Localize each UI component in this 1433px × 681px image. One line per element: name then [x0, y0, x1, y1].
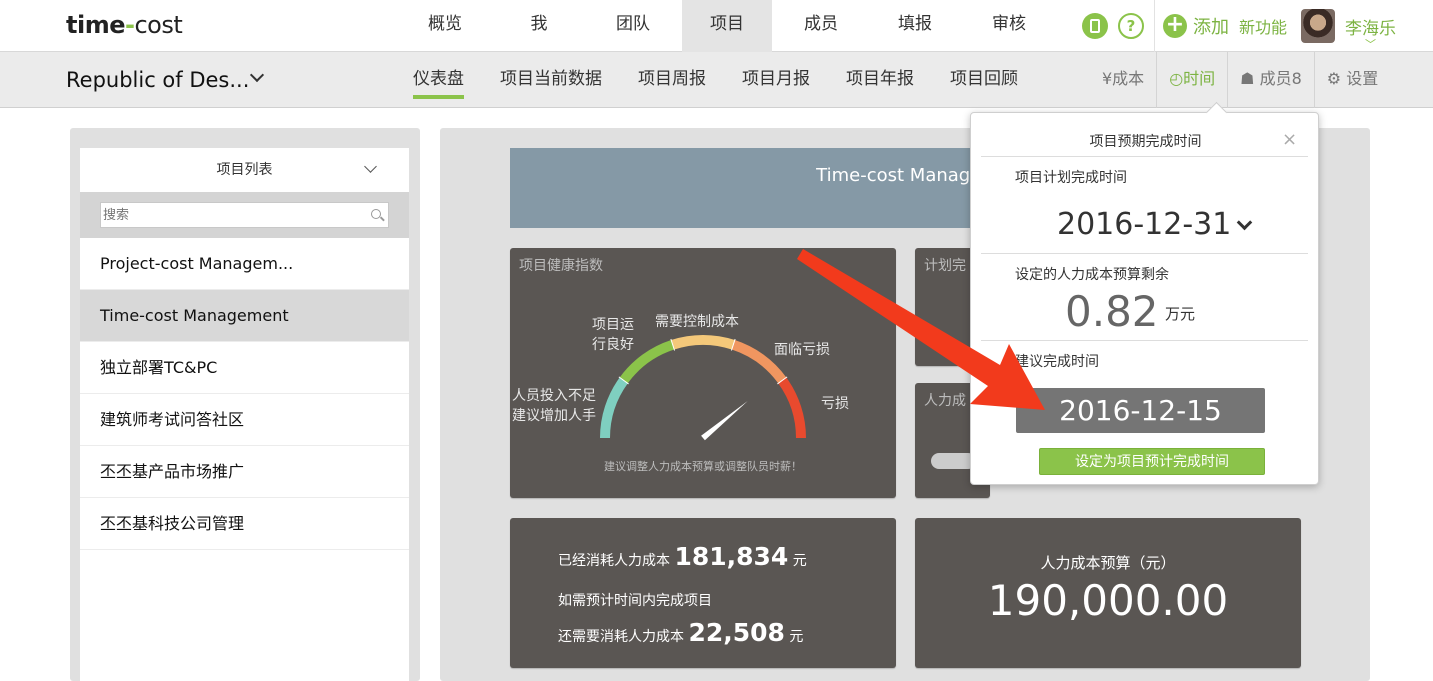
- labor-cost-title: 人力成: [924, 393, 966, 409]
- sub-tab-0[interactable]: 仪表盘: [405, 52, 472, 108]
- set-expected-date-button[interactable]: 设定为项目预计完成时间: [1039, 448, 1265, 475]
- budget-label: 人力成本预算（元）: [1040, 554, 1176, 572]
- user-menu[interactable]: 李海乐 ﹀: [1345, 14, 1396, 51]
- chevron-down-icon: ﹀: [1365, 37, 1377, 51]
- tab-cost[interactable]: ¥成本: [1090, 52, 1158, 108]
- list-item[interactable]: Time-cost Management: [80, 290, 409, 342]
- nav-item-5[interactable]: 填报: [870, 0, 960, 52]
- suggested-date-label: 建议完成时间: [1015, 354, 1099, 370]
- members-icon: ☗: [1240, 69, 1260, 88]
- labor-budget-card: 人力成本预算（元） 190,000.00: [915, 518, 1301, 668]
- gear-icon: ⚙: [1326, 69, 1347, 88]
- gauge-needle: [701, 401, 748, 441]
- calculator-icon[interactable]: [1082, 13, 1108, 39]
- plan-completion-title: 计划完: [924, 258, 966, 274]
- project-search-bar: [80, 192, 409, 238]
- divider: [981, 253, 1308, 254]
- close-icon[interactable]: ×: [1282, 129, 1297, 150]
- left-panel: 项目列表 Project-cost Managem...Time-cost Ma…: [70, 128, 420, 681]
- consumed-line: 已经消耗人力成本 181,834 元: [558, 542, 807, 571]
- nav-item-6[interactable]: 审核: [964, 0, 1054, 52]
- project-list-items: Project-cost Managem... Time-cost Managem…: [80, 238, 409, 550]
- list-item[interactable]: Project-cost Managem...: [80, 238, 409, 290]
- project-selector[interactable]: Republic of Des...: [66, 67, 265, 92]
- nav-item-4[interactable]: 成员: [776, 0, 866, 52]
- remaining-budget-unit: 万元: [1165, 305, 1196, 323]
- avatar[interactable]: [1301, 9, 1336, 43]
- gauge-hint: 建议调整人力成本预算或调整队员时薪！: [604, 460, 802, 473]
- sub-right-tabs: ¥成本 ◴时间 ☗ 成员8 ⚙ 设置: [1090, 52, 1390, 108]
- gauge-label-control-cost: 需要控制成本: [655, 314, 739, 330]
- remaining-line: 还需要消耗人力成本 22,508 元: [558, 618, 804, 647]
- gauge-label-loss: 亏损: [821, 396, 849, 412]
- nav-item-0[interactable]: 概览: [400, 0, 490, 52]
- top-bar: time-cost 概览我团队 项目 成员 填报 审核 ? + 添加 新功能 李海乐 ﹀: [0, 0, 1433, 52]
- sub-bar: Republic of Des... 仪表盘 项目当前数据 项目周报 项目月报 项目年报…: [0, 52, 1433, 108]
- consumed-value: 181,834: [674, 542, 789, 571]
- divider: [1154, 0, 1155, 52]
- planned-date-label: 项目计划完成时间: [1015, 170, 1127, 186]
- tab-members[interactable]: ☗ 成员8: [1228, 52, 1315, 108]
- gauge-segment: [671, 335, 735, 350]
- sub-tab-1[interactable]: 项目当前数据: [492, 52, 610, 108]
- health-index-card: 项目健康指数 人员投入不足 建议增加人手 项目运 行良好 需要控制成本 面临亏损 亏…: [510, 248, 896, 498]
- project-search-input[interactable]: [100, 202, 389, 228]
- add-button[interactable]: + 添加: [1163, 13, 1229, 39]
- sub-nav: 仪表盘 项目当前数据 项目周报 项目月报 项目年报 项目回顾: [405, 52, 1046, 108]
- new-feature-link[interactable]: 新功能: [1239, 14, 1287, 38]
- remaining-budget-label: 设定的人力成本预算剩余: [1015, 267, 1169, 283]
- consumed-cost-card: 已经消耗人力成本 181,834 元 如需预计时间内完成项目 还需要消耗人力成本…: [510, 518, 896, 668]
- project-list: 项目列表 Project-cost Managem...Time-cost Ma…: [80, 148, 409, 681]
- popup-title: 项目预期完成时间: [1089, 134, 1202, 150]
- sub-tab-3[interactable]: 项目月报: [734, 52, 818, 108]
- tab-settings[interactable]: ⚙ 设置: [1315, 52, 1390, 108]
- settings-label: 设置: [1346, 69, 1379, 88]
- main-nav: 概览我团队 项目 成员 填报 审核: [400, 0, 1058, 52]
- chevron-down-icon: [249, 67, 265, 83]
- logo[interactable]: time-cost: [66, 11, 183, 39]
- suggested-date-value: 2016-12-15: [1016, 388, 1265, 433]
- list-item[interactable]: 丕丕基产品市场推广: [80, 446, 409, 498]
- list-item[interactable]: 丕丕基科技公司管理: [80, 498, 409, 550]
- gauge-segment: [600, 377, 628, 439]
- list-item[interactable]: 独立部署TC&PC: [80, 342, 409, 394]
- planned-date-select[interactable]: 2016-12-31: [1057, 207, 1253, 242]
- chevron-down-icon: [1237, 214, 1253, 231]
- divider: [981, 156, 1308, 157]
- divider: [981, 340, 1308, 341]
- sub-tab-4[interactable]: 项目年报: [838, 52, 922, 108]
- budget-value: 190,000.00: [987, 576, 1229, 625]
- sub-tab-5[interactable]: 项目回顾: [942, 52, 1026, 108]
- project-selector-label: Republic of Des...: [66, 68, 250, 92]
- sub-tab-2[interactable]: 项目周报: [630, 52, 714, 108]
- gauge-label-understaffed: 人员投入不足 建议增加人手: [512, 388, 596, 424]
- consumed-line2: 如需预计时间内完成项目: [558, 593, 712, 609]
- members-label: 成员8: [1259, 69, 1302, 88]
- gauge-label-loss-risk: 面临亏损: [774, 342, 830, 358]
- help-icon[interactable]: ?: [1118, 13, 1144, 39]
- top-right-tools: ? + 添加 新功能 李海乐 ﹀: [1082, 0, 1396, 52]
- gauge-label-good: 项目运 行良好: [592, 317, 634, 353]
- gauge-segment: [778, 377, 806, 439]
- logo-part2: cost: [134, 11, 183, 39]
- nav-item-3[interactable]: 项目: [682, 0, 772, 52]
- chevron-down-icon: [364, 160, 377, 173]
- planned-date-value: 2016-12-31: [1057, 207, 1232, 242]
- list-item[interactable]: 建筑师考试问答社区: [80, 394, 409, 446]
- search-icon[interactable]: [371, 209, 381, 219]
- nav-item-1[interactable]: 我: [494, 0, 584, 52]
- plus-icon: +: [1163, 14, 1187, 38]
- completion-time-popup: 项目预期完成时间 × 项目计划完成时间 2016-12-31 设定的人力成本预算…: [970, 112, 1319, 485]
- add-label: 添加: [1193, 17, 1229, 38]
- tab-time[interactable]: ◴时间: [1157, 52, 1229, 108]
- logo-part1: time: [66, 11, 125, 39]
- project-list-title: 项目列表: [216, 162, 273, 178]
- remaining-value: 22,508: [688, 618, 785, 647]
- nav-item-2[interactable]: 团队: [588, 0, 678, 52]
- project-list-header[interactable]: 项目列表: [80, 148, 409, 192]
- remaining-budget-value: 0.82: [1065, 287, 1159, 336]
